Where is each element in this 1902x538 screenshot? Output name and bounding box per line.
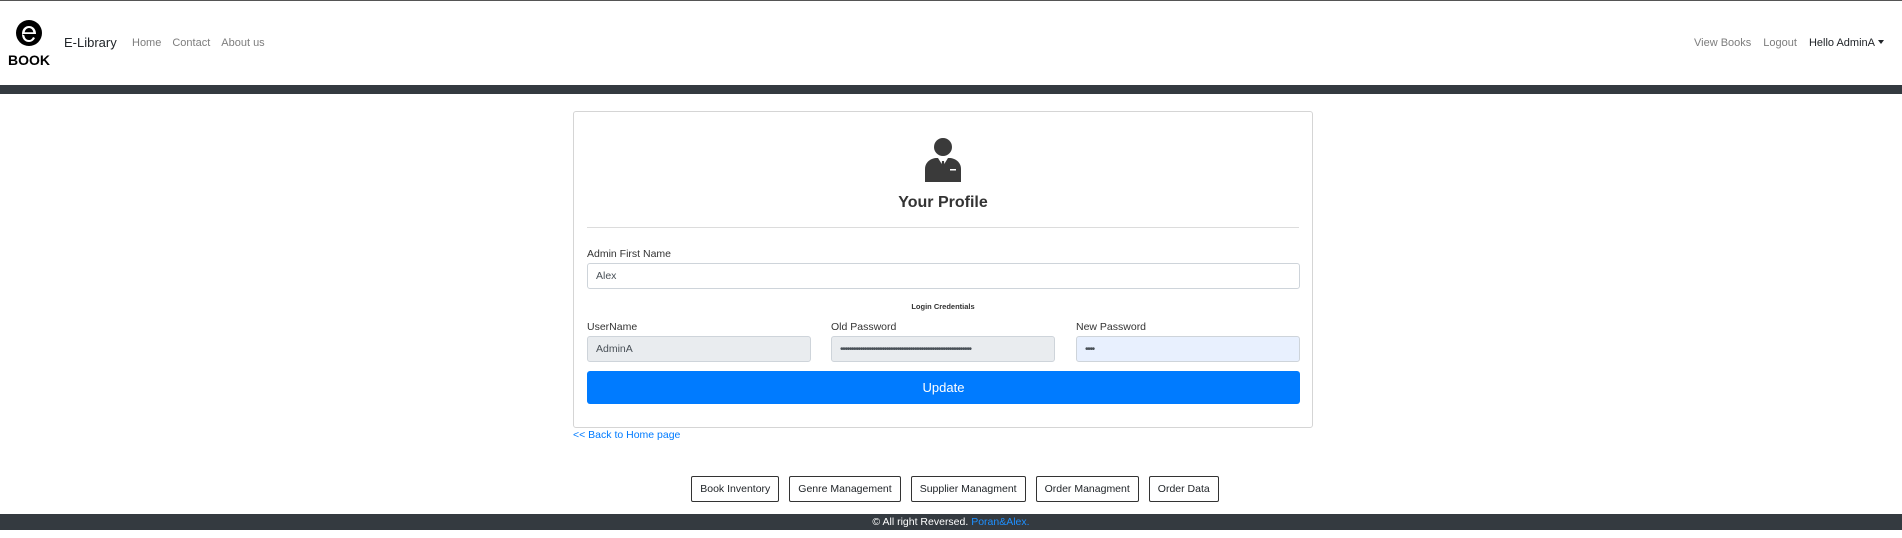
book-inventory-button[interactable]: Book Inventory [691, 476, 780, 502]
footer: © All right Reversed. Poran&Alex. [0, 514, 1902, 530]
order-management-button[interactable]: Order Managment [1035, 476, 1139, 502]
credentials-heading: Login Credentials [911, 302, 975, 311]
first-name-label: Admin First Name [587, 248, 672, 260]
old-password-input[interactable]: ••••••••••••••••••••••••••••••••••••••••… [831, 336, 1055, 362]
new-password-label: New Password [1076, 321, 1147, 333]
admin-button-row: Book Inventory Genre Management Supplier… [0, 476, 1902, 502]
update-button[interactable]: Update [587, 371, 1300, 404]
header-divider-bar [0, 85, 1902, 94]
ebook-logo[interactable]: BOOK [8, 19, 50, 68]
nav-logout[interactable]: Logout [1763, 37, 1797, 49]
nav-about[interactable]: About us [221, 37, 264, 49]
supplier-management-button[interactable]: Supplier Managment [910, 476, 1026, 502]
genre-management-button[interactable]: Genre Management [789, 476, 901, 502]
admin-avatar-icon [922, 136, 964, 182]
new-password-input[interactable]: •••• [1076, 336, 1300, 362]
nav-contact[interactable]: Contact [172, 37, 210, 49]
footer-authors-link[interactable]: Poran&Alex. [971, 516, 1029, 528]
back-to-home-link[interactable]: << Back to Home page [573, 429, 680, 441]
user-menu-dropdown[interactable]: Hello AdminA [1809, 37, 1884, 49]
navbar: BOOK E-Library Home Contact About us Vie… [0, 1, 1902, 85]
brand-title[interactable]: E-Library [64, 35, 117, 50]
nav-links: Home Contact About us [132, 37, 265, 49]
profile-card: Your Profile Admin First Name Alex Login… [573, 111, 1313, 428]
caret-down-icon [1878, 40, 1884, 44]
username-input[interactable]: AdminA [587, 336, 811, 362]
user-menu-label: Hello AdminA [1808, 37, 1875, 49]
order-data-button[interactable]: Order Data [1148, 476, 1219, 502]
page-title: Your Profile [898, 194, 988, 211]
divider [587, 227, 1299, 228]
old-password-label: Old Password [831, 321, 897, 333]
svg-text:BOOK: BOOK [8, 52, 50, 67]
nav-view-books[interactable]: View Books [1694, 37, 1751, 49]
nav-home[interactable]: Home [132, 37, 161, 49]
username-label: UserName [587, 321, 638, 333]
nav-right: View Books Logout Hello AdminA [1694, 37, 1884, 49]
first-name-input[interactable]: Alex [587, 263, 1300, 289]
footer-copyright: © All right Reversed. [872, 516, 969, 528]
